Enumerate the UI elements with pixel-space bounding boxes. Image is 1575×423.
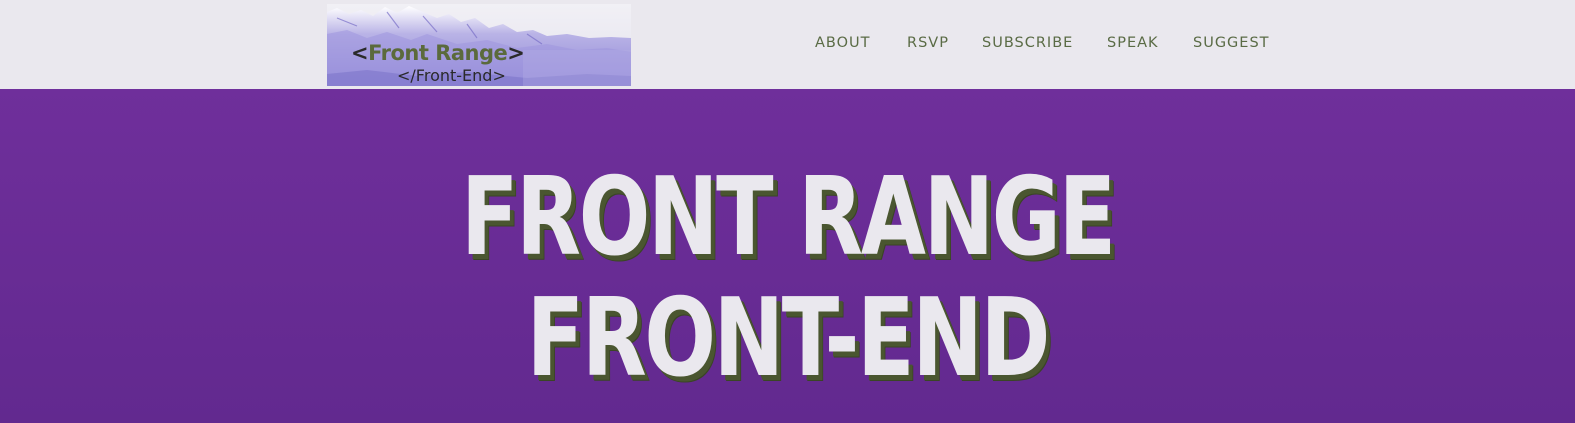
- hero-title-line1: FRONT RANGE: [460, 155, 1116, 280]
- site-header: <Front Range> </Front-End> ABOUT RSVP SU…: [0, 0, 1575, 89]
- logo-subtitle: </Front-End>: [397, 66, 506, 85]
- main-nav: ABOUT RSVP SUBSCRIBE SPEAK SUGGEST: [0, 35, 1575, 55]
- nav-suggest[interactable]: SUGGEST: [1193, 35, 1270, 51]
- nav-about[interactable]: ABOUT: [815, 35, 871, 51]
- nav-rsvp[interactable]: RSVP: [907, 35, 949, 51]
- nav-speak[interactable]: SPEAK: [1107, 35, 1159, 51]
- nav-subscribe[interactable]: SUBSCRIBE: [982, 35, 1073, 51]
- hero-banner: FRONT RANGE FRONT-END: [0, 89, 1575, 423]
- hero-title-line2: FRONT-END: [526, 276, 1051, 401]
